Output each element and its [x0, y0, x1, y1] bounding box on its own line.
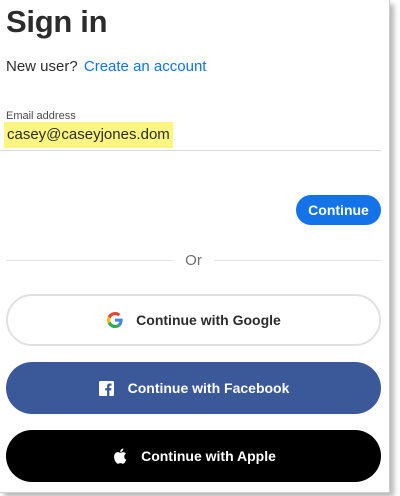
- email-label: Email address: [6, 110, 76, 122]
- or-divider: Or: [6, 251, 381, 271]
- facebook-icon: [98, 379, 116, 397]
- new-user-row: New user? Create an account: [6, 58, 206, 75]
- continue-with-apple-button[interactable]: Continue with Apple: [6, 430, 381, 482]
- email-field[interactable]: casey@caseyjones.dom: [0, 122, 381, 151]
- apple-button-label: Continue with Apple: [141, 448, 276, 464]
- apple-icon: [111, 447, 129, 465]
- facebook-button-label: Continue with Facebook: [127, 380, 290, 396]
- continue-button[interactable]: Continue: [296, 195, 381, 225]
- divider-text: Or: [185, 252, 202, 269]
- email-value: casey@caseyjones.dom: [4, 122, 173, 148]
- new-user-prompt: New user?: [6, 58, 78, 75]
- google-icon: [106, 311, 124, 329]
- create-account-link[interactable]: Create an account: [84, 58, 207, 75]
- sign-in-panel: Sign in New user? Create an account Emai…: [0, 0, 390, 493]
- continue-with-google-button[interactable]: Continue with Google: [6, 294, 381, 346]
- continue-with-facebook-button[interactable]: Continue with Facebook: [6, 362, 381, 414]
- page-title: Sign in: [6, 4, 108, 39]
- google-button-label: Continue with Google: [136, 312, 281, 328]
